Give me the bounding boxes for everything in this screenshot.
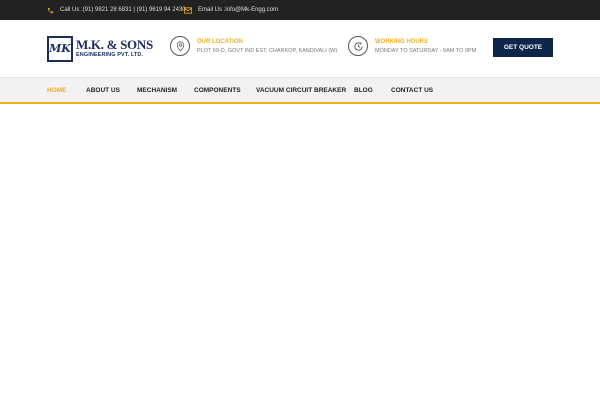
envelope-icon	[184, 6, 192, 14]
nav-item-contact-us[interactable]: CONTACT US	[391, 78, 433, 103]
nav-item-about-us[interactable]: ABOUT US	[86, 78, 120, 103]
location-value: PLOT 69-D, GOVT IND EST, CHARKOP, KANDIV…	[197, 47, 338, 54]
hours-text: WORKING HOURS MONDAY TO SATURDAY - 9AM T…	[375, 39, 476, 54]
location-text: OUR LOCATION PLOT 69-D, GOVT IND EST, CH…	[197, 39, 337, 54]
main-content	[0, 104, 600, 400]
email-text: Email Us :info@Mk-Engg.com	[198, 7, 279, 13]
phone-contact[interactable]: Call Us :(91) 9821 28 6831 | (91) 9619 9…	[47, 0, 186, 20]
main-nav: HOME ABOUT US MECHANISM COMPONENTS VACUU…	[0, 77, 600, 102]
map-pin-icon	[176, 40, 184, 51]
hours-value: MONDAY TO SATURDAY - 9AM TO 9PM	[375, 47, 477, 54]
nav-item-vacuum-circuit-breaker[interactable]: VACUUM CIRCUIT BREAKER	[256, 78, 346, 103]
company-logo[interactable]: MK M.K. & SONS ENGINEERING PVT. LTD.	[47, 35, 153, 62]
clock-icon	[353, 41, 363, 51]
nav-item-home[interactable]: HOME	[47, 78, 67, 103]
phone-icon	[47, 7, 54, 13]
hours-title: WORKING HOURS	[375, 38, 428, 45]
phone-text: Call Us :(91) 9821 28 6831 | (91) 9619 9…	[60, 7, 186, 13]
logo-text: M.K. & SONS ENGINEERING PVT. LTD.	[76, 38, 153, 59]
location-info: OUR LOCATION PLOT 69-D, GOVT IND EST, CH…	[170, 36, 337, 56]
email-contact[interactable]: Email Us :info@Mk-Engg.com	[184, 0, 278, 20]
top-bar: Call Us :(91) 9821 28 6831 | (91) 9619 9…	[0, 0, 600, 20]
nav-item-components[interactable]: COMPONENTS	[194, 78, 241, 103]
logo-subtitle: ENGINEERING PVT. LTD.	[76, 52, 144, 59]
location-icon-circle	[170, 36, 190, 56]
logo-name: M.K. & SONS	[76, 37, 153, 53]
nav-item-mechanism[interactable]: MECHANISM	[137, 78, 177, 103]
nav-item-blog[interactable]: BLOG	[354, 78, 373, 103]
hours-icon-circle	[348, 36, 368, 56]
hours-info: WORKING HOURS MONDAY TO SATURDAY - 9AM T…	[348, 36, 476, 56]
site-header: MK M.K. & SONS ENGINEERING PVT. LTD. OUR…	[0, 20, 600, 77]
location-title: OUR LOCATION	[197, 38, 243, 45]
logo-mark: MK	[47, 35, 73, 62]
get-quote-button[interactable]: GET QUOTE	[493, 38, 553, 57]
